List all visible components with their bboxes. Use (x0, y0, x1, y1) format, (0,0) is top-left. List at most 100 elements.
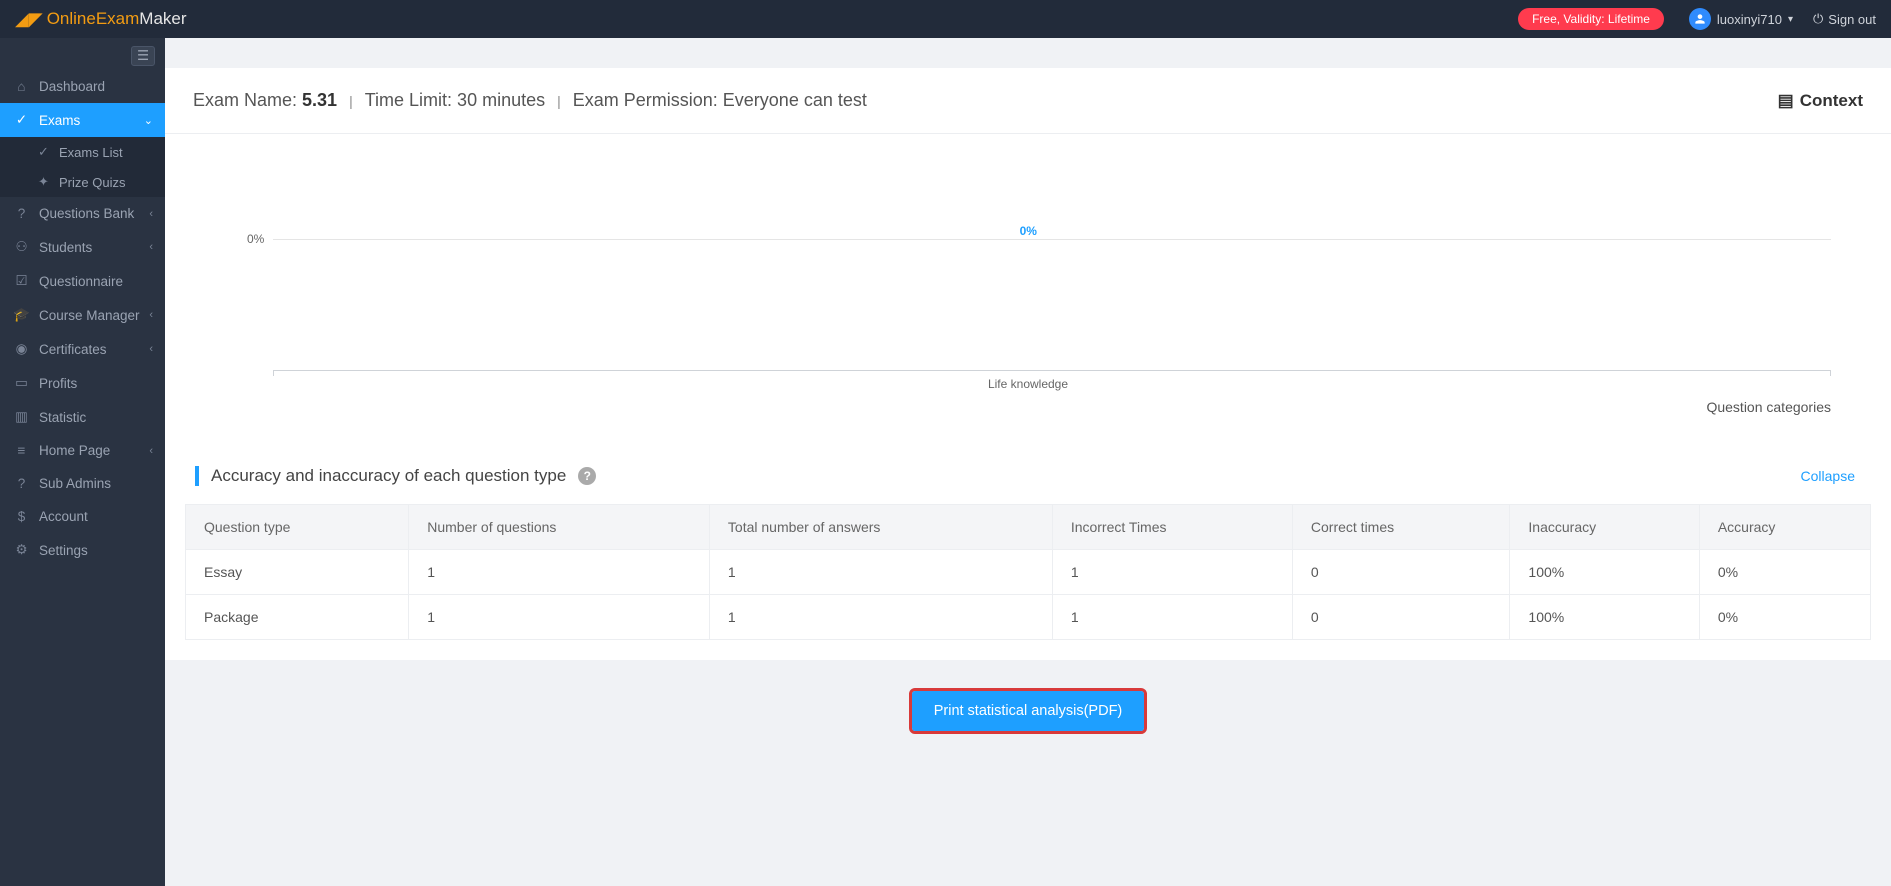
chart-x-category: Life knowledge (185, 377, 1871, 391)
chart-x-axis (273, 370, 1831, 371)
section-title: Accuracy and inaccuracy of each question… (211, 466, 566, 486)
logo-text-online: Online (47, 9, 96, 28)
sidebar-item-home-page[interactable]: ≡ Home Page ‹ (0, 434, 165, 467)
gear-icon: ⚙ (14, 542, 29, 558)
th-num-questions: Number of questions (409, 505, 710, 550)
sidebar-item-questionnaire[interactable]: ☑ Questionnaire (0, 264, 165, 298)
logo-icon: ◢◤ (15, 9, 43, 30)
logo-text-exam: Exam (96, 9, 139, 28)
th-inaccuracy: Inaccuracy (1510, 505, 1699, 550)
cell-total: 1 (709, 550, 1052, 595)
sidebar-item-label: Exams (39, 113, 80, 128)
sidebar-item-label: Certificates (39, 342, 107, 357)
cell-incorrect: 1 (1052, 550, 1292, 595)
cell-inaccuracy: 100% (1510, 550, 1699, 595)
cell-numq[interactable]: 1 (409, 550, 710, 595)
chevron-down-icon: ⌄ (144, 114, 153, 127)
th-accuracy: Accuracy (1699, 505, 1870, 550)
sidebar-item-account[interactable]: $ Account (0, 500, 165, 533)
sidebar-item-exams-list[interactable]: ✓ Exams List (0, 137, 165, 167)
section-accent (195, 466, 199, 486)
cell-numq[interactable]: 1 (409, 595, 710, 640)
sidebar-item-sub-admins[interactable]: ? Sub Admins (0, 467, 165, 500)
print-row: Print statistical analysis(PDF) (165, 660, 1891, 744)
chevron-left-icon: ‹ (149, 208, 153, 220)
cell-inaccuracy: 100% (1510, 595, 1699, 640)
sidebar-item-statistic[interactable]: ▥ Statistic (0, 400, 165, 434)
sidebar-item-dashboard[interactable]: ⌂ Dashboard (0, 70, 165, 103)
dollar-icon: $ (14, 509, 29, 524)
check-circle-icon: ✓ (36, 144, 51, 160)
sidebar-submenu-exams: ✓ Exams List ✦ Prize Quizs (0, 137, 165, 197)
chevron-left-icon: ‹ (149, 343, 153, 355)
signout-label: Sign out (1828, 12, 1876, 27)
separator: | (349, 93, 353, 109)
help-icon[interactable]: ? (578, 467, 596, 485)
sidebar-item-questions-bank[interactable]: ? Questions Bank ‹ (0, 197, 165, 230)
chevron-down-icon: ▾ (1788, 14, 1793, 25)
sidebar-item-profits[interactable]: ▭ Profits (0, 366, 165, 400)
chart-y-tick: 0% (247, 232, 264, 246)
print-button[interactable]: Print statistical analysis(PDF) (912, 691, 1145, 731)
exam-header: Exam Name: 5.31 | Time Limit: 30 minutes… (165, 68, 1891, 134)
avatar-icon (1689, 8, 1711, 30)
sidebar-item-settings[interactable]: ⚙ Settings (0, 533, 165, 567)
user-menu[interactable]: luoxinyi710 ▾ (1689, 8, 1793, 30)
username: luoxinyi710 (1717, 12, 1782, 27)
th-question-type: Question type (186, 505, 409, 550)
section-header: Accuracy and inaccuracy of each question… (185, 444, 1871, 504)
chevron-left-icon: ‹ (149, 241, 153, 253)
question-icon: ? (14, 206, 29, 221)
sidebar-item-label: Course Manager (39, 308, 140, 323)
card-icon: ▭ (14, 375, 29, 391)
certificate-icon: ◉ (14, 341, 29, 357)
question-icon: ? (14, 476, 29, 491)
sidebar-item-label: Questions Bank (39, 206, 134, 221)
topbar: ◢◤ OnlineExamMaker Free, Validity: Lifet… (0, 0, 1891, 38)
chart-x-title: Question categories (1706, 399, 1831, 415)
signout-button[interactable]: ⏻ Sign out (1813, 11, 1876, 27)
table-row: Package 1 1 1 0 100% 0% (186, 595, 1871, 640)
sidebar-item-course-manager[interactable]: 🎓 Course Manager ‹ (0, 298, 165, 332)
sidebar-item-label: Profits (39, 376, 77, 391)
checkbox-icon: ☑ (14, 273, 29, 289)
content-card: 0% 0% Life knowledge Question categories… (165, 134, 1891, 660)
sidebar-item-label: Home Page (39, 443, 110, 458)
sidebar-item-exams[interactable]: ✓ Exams ⌄ (0, 103, 165, 137)
time-limit: Time Limit: 30 minutes (365, 90, 545, 111)
main: Exam Name: 5.31 | Time Limit: 30 minutes… (165, 38, 1891, 886)
cell-correct: 0 (1292, 550, 1510, 595)
th-incorrect-times: Incorrect Times (1052, 505, 1292, 550)
accuracy-table: Question type Number of questions Total … (185, 504, 1871, 640)
logo-text-maker: Maker (139, 9, 186, 28)
home-icon: ⌂ (14, 79, 29, 94)
cell-qtype: Essay (186, 550, 409, 595)
sidebar-item-label: Questionnaire (39, 274, 123, 289)
cell-correct: 0 (1292, 595, 1510, 640)
cell-incorrect: 1 (1052, 595, 1292, 640)
sidebar-item-certificates[interactable]: ◉ Certificates ‹ (0, 332, 165, 366)
logo[interactable]: ◢◤ OnlineExamMaker (15, 9, 187, 30)
print-button-highlight: Print statistical analysis(PDF) (909, 688, 1148, 734)
sidebar-item-label: Prize Quizs (59, 175, 125, 190)
table-header-row: Question type Number of questions Total … (186, 505, 1871, 550)
graduation-icon: 🎓 (14, 307, 29, 323)
chart: 0% 0% Life knowledge Question categories (185, 134, 1871, 444)
plan-badge[interactable]: Free, Validity: Lifetime (1518, 8, 1664, 30)
sidebar-item-students[interactable]: ⚇ Students ‹ (0, 230, 165, 264)
collapse-link[interactable]: Collapse (1801, 468, 1855, 484)
sidebar-item-label: Students (39, 240, 92, 255)
sidebar-item-label: Settings (39, 543, 88, 558)
cell-total: 1 (709, 595, 1052, 640)
list-icon: ≡ (14, 443, 29, 458)
sidebar-toggle[interactable]: ☰ (131, 46, 155, 66)
exam-name-label: Exam Name: (193, 90, 302, 110)
context-link[interactable]: ▤ Context (1778, 91, 1863, 111)
sidebar-item-label: Statistic (39, 410, 86, 425)
sidebar-item-label: Dashboard (39, 79, 105, 94)
book-icon: ▤ (1778, 91, 1794, 111)
exam-permission: Exam Permission: Everyone can test (573, 90, 867, 111)
check-circle-icon: ✓ (14, 112, 29, 128)
sidebar-item-prize-quizs[interactable]: ✦ Prize Quizs (0, 167, 165, 197)
sidebar-item-label: Account (39, 509, 88, 524)
